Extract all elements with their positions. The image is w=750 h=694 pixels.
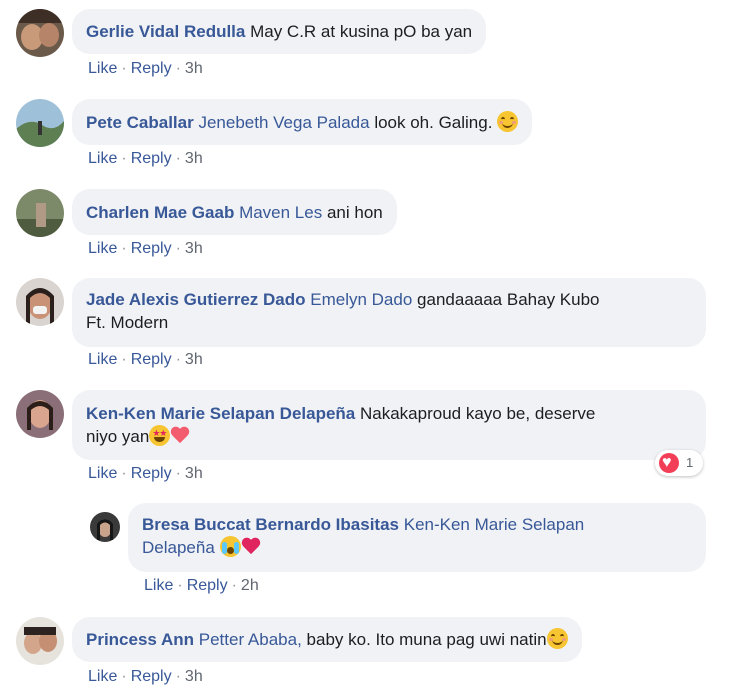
timestamp[interactable]: 2h: [241, 577, 259, 594]
reply-button[interactable]: Reply: [131, 60, 172, 77]
separator: ·: [121, 351, 127, 368]
comment-text: baby ko. Ito muna pag uwi natin: [306, 630, 547, 649]
like-button[interactable]: Like: [88, 240, 117, 257]
timestamp[interactable]: 3h: [185, 668, 203, 685]
separator: ·: [175, 150, 181, 167]
comment-bubble: Bresa Buccat Bernardo Ibasitas Ken-Ken M…: [128, 503, 706, 572]
tagged-user[interactable]: Emelyn Dado: [310, 290, 412, 309]
comment-actions: Like · Reply · 3h: [88, 60, 203, 78]
comment-bubble: Charlen Mae Gaab Maven Les ani hon: [72, 189, 397, 235]
like-button[interactable]: Like: [88, 668, 117, 685]
smiling-face-icon: [497, 111, 519, 132]
comment-text-line-2: Ft. Modern: [86, 313, 169, 332]
comment-bubble: Pete Caballar Jenebeth Vega Palada look …: [72, 99, 533, 145]
separator: ·: [175, 668, 181, 685]
comment-actions: Like · Reply · 2h: [144, 577, 259, 595]
comment-text: look oh. Galing.: [374, 113, 493, 132]
separator: ·: [175, 60, 181, 77]
comment-text: gandaaaaa Bahay Kubo: [417, 290, 600, 309]
like-button[interactable]: Like: [88, 465, 117, 482]
reply-button[interactable]: Reply: [187, 577, 228, 594]
comment-author[interactable]: Charlen Mae Gaab: [86, 203, 234, 222]
avatar[interactable]: [16, 617, 64, 665]
comment-bubble: Princess Ann Petter Ababa, baby ko. Ito …: [72, 617, 582, 662]
reply-button[interactable]: Reply: [131, 240, 172, 257]
tagged-user-line-2[interactable]: Delapeña: [142, 538, 215, 557]
timestamp[interactable]: 3h: [185, 150, 203, 167]
comment-bubble: Ken-Ken Marie Selapan Delapeña Nakakapro…: [72, 390, 706, 460]
separator: ·: [175, 240, 181, 257]
tagged-user[interactable]: Petter Ababa,: [199, 630, 302, 649]
separator: ·: [231, 577, 237, 594]
separator: ·: [121, 150, 127, 167]
comment-bubble: Gerlie Vidal Redulla May C.R at kusina p…: [72, 9, 487, 54]
comment-actions: Like · Reply · 3h: [88, 150, 203, 168]
separator: ·: [175, 465, 181, 482]
comment-actions: Like · Reply · 3h: [88, 668, 203, 686]
smiling-face-icon: [546, 628, 568, 649]
timestamp[interactable]: 3h: [185, 351, 203, 368]
reaction-summary[interactable]: 1: [655, 450, 703, 476]
like-button[interactable]: Like: [88, 351, 117, 368]
comment-actions: Like · Reply · 3h: [88, 240, 203, 258]
separator: ·: [121, 668, 127, 685]
avatar[interactable]: [16, 390, 64, 438]
crying-face-icon: [219, 536, 241, 557]
reply-button[interactable]: Reply: [131, 668, 172, 685]
comment-text: ani hon: [326, 203, 383, 222]
comment-author[interactable]: Bresa Buccat Bernardo Ibasitas: [142, 515, 399, 534]
avatar[interactable]: [16, 99, 64, 147]
love-reaction-icon: [659, 453, 679, 473]
comment-author[interactable]: Jade Alexis Gutierrez Dado: [86, 290, 306, 309]
separator: ·: [177, 577, 183, 594]
tagged-user[interactable]: Maven Les: [239, 203, 322, 222]
red-heart-icon: [241, 538, 261, 556]
comment-text: Nakakaproud kayo be, deserve: [360, 404, 596, 423]
separator: ·: [175, 351, 181, 368]
separator: ·: [121, 240, 127, 257]
comment-author[interactable]: Princess Ann: [86, 630, 194, 649]
separator: ·: [121, 60, 127, 77]
mending-heart-icon: [170, 427, 190, 445]
comment-actions: Like · Reply · 3h: [88, 465, 203, 483]
reaction-count: 1: [686, 455, 694, 470]
timestamp[interactable]: 3h: [185, 465, 203, 482]
comment-author[interactable]: Pete Caballar: [86, 113, 194, 132]
separator: ·: [121, 465, 127, 482]
comment-text-line-2: niyo yan: [86, 427, 150, 446]
comment-author[interactable]: Ken-Ken Marie Selapan Delapeña: [86, 404, 355, 423]
comment-actions: Like · Reply · 3h: [88, 351, 203, 369]
star-struck-icon: ★ ★: [149, 425, 171, 446]
avatar[interactable]: [16, 278, 64, 326]
avatar[interactable]: [16, 9, 64, 57]
timestamp[interactable]: 3h: [185, 60, 203, 77]
reply-button[interactable]: Reply: [131, 351, 172, 368]
avatar[interactable]: [16, 189, 64, 237]
tagged-user[interactable]: Jenebeth Vega Palada: [198, 113, 369, 132]
like-button[interactable]: Like: [144, 577, 173, 594]
reply-button[interactable]: Reply: [131, 150, 172, 167]
comment-bubble: Jade Alexis Gutierrez Dado Emelyn Dado g…: [72, 278, 706, 347]
timestamp[interactable]: 3h: [185, 240, 203, 257]
like-button[interactable]: Like: [88, 150, 117, 167]
tagged-user[interactable]: Ken-Ken Marie Selapan: [404, 515, 585, 534]
comment-text: May C.R at kusina pO ba yan: [250, 22, 473, 41]
like-button[interactable]: Like: [88, 60, 117, 77]
avatar[interactable]: [90, 512, 120, 542]
reply-button[interactable]: Reply: [131, 465, 172, 482]
comment-author[interactable]: Gerlie Vidal Redulla: [86, 22, 245, 41]
